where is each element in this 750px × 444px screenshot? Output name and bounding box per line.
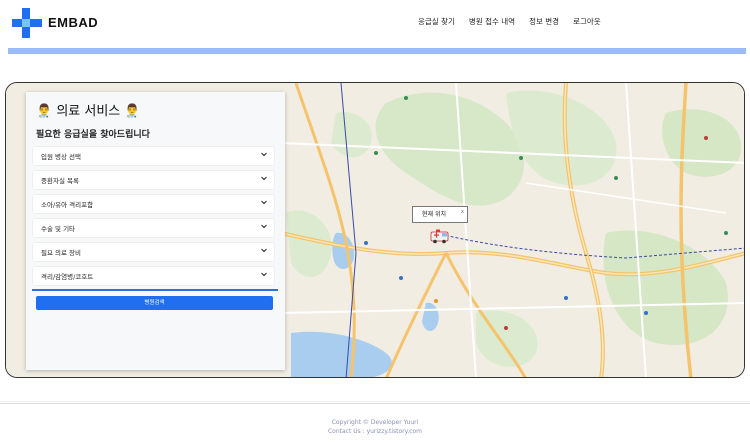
nav-logout[interactable]: 로그아웃 <box>573 16 601 27</box>
top-header: EMBAD 응급실 찾기 병원 접수 내역 정보 변경 로그아웃 <box>0 0 750 50</box>
footer-divider <box>0 403 750 404</box>
footer-copyright: Copyright © Developer Yuuri <box>331 419 419 426</box>
medical-service-panel: 👨‍⚕️ 의료 서비스 👨‍⚕️ 필요한 응급실을 찾아드립니다 입원 병상 선… <box>26 92 285 370</box>
chevron-down-icon <box>261 176 267 181</box>
panel-title: 👨‍⚕️ 의료 서비스 👨‍⚕️ <box>36 104 141 119</box>
chevron-down-icon <box>261 152 267 157</box>
dropdown-label: 필요 의료 장비 <box>41 249 82 257</box>
dropdown-pediatric[interactable]: 소아/유아 격리포함 <box>33 195 274 213</box>
top-nav: 응급실 찾기 병원 접수 내역 정보 변경 로그아웃 <box>418 16 601 27</box>
dropdown-inpatient-beds[interactable]: 입원 병상 선택 <box>33 147 274 165</box>
dropdown-icu-list[interactable]: 중환자실 목록 <box>33 171 274 189</box>
nav-edit-info[interactable]: 정보 변경 <box>529 16 559 27</box>
dropdown-label: 소아/유아 격리포함 <box>41 201 94 209</box>
dropdown-label: 격리/감염병/코호트 <box>41 273 94 281</box>
panel-divider <box>32 289 278 291</box>
chevron-down-icon <box>261 248 267 253</box>
chevron-down-icon <box>261 200 267 205</box>
footer-divider-light <box>0 401 750 402</box>
dropdown-label: 수술 및 기타 <box>41 225 76 233</box>
medical-cross-logo-icon[interactable] <box>12 8 42 38</box>
header-accent-bar <box>8 48 746 54</box>
marker-label: 현재 위치 <box>422 211 446 218</box>
chevron-down-icon <box>261 272 267 277</box>
nav-reception-history[interactable]: 병원 접수 내역 <box>469 16 515 27</box>
brand-name[interactable]: EMBAD <box>48 15 98 30</box>
map-card: 현재 위치 x 👨‍⚕️ 의료 서비스 👨‍⚕️ 필요한 응급실을 찾아드립니다… <box>5 82 745 378</box>
chevron-down-icon <box>261 224 267 229</box>
footer-contact-link[interactable]: Contact Us : yurizzy.tistory.com <box>0 428 750 435</box>
ambulance-icon <box>430 229 449 244</box>
dropdown-equipment[interactable]: 필요 의료 장비 <box>33 243 274 261</box>
marker-close-icon[interactable]: x <box>461 208 464 216</box>
dropdown-isolation[interactable]: 격리/감염병/코호트 <box>33 267 274 285</box>
panel-subtitle: 필요한 응급실을 찾아드립니다 <box>36 130 150 140</box>
current-location-marker[interactable]: 현재 위치 x <box>412 206 468 223</box>
dropdown-label: 중환자실 목록 <box>41 177 79 185</box>
dropdown-label: 입원 병상 선택 <box>41 153 82 161</box>
hospital-search-button[interactable]: 병원검색 <box>36 296 273 310</box>
dropdown-surgery[interactable]: 수술 및 기타 <box>33 219 274 237</box>
nav-find-er[interactable]: 응급실 찾기 <box>418 16 455 27</box>
